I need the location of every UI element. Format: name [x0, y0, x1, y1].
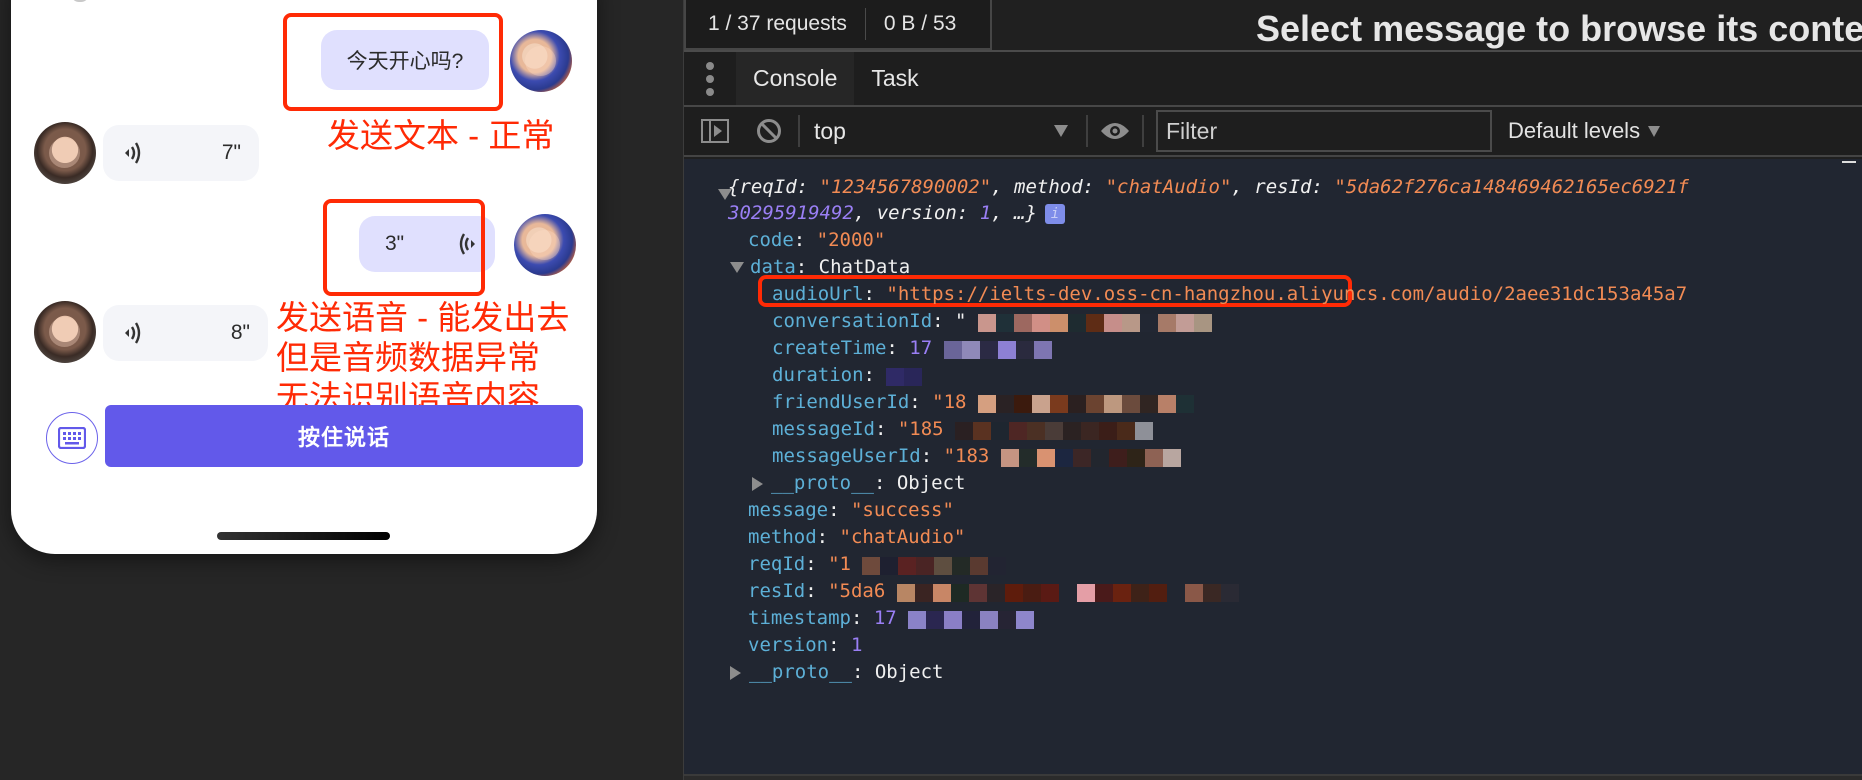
prop-messageid: messageId: "185: [772, 415, 1154, 443]
message-panel-hint: Select message to browse its conte: [1256, 8, 1862, 49]
prop-resid: resId: "5da6: [748, 577, 1239, 605]
expand-triangle-icon[interactable]: [752, 476, 763, 491]
scroll-indicator[interactable]: [1842, 161, 1856, 163]
home-indicator: [217, 532, 390, 540]
redacted-value: [943, 339, 1052, 359]
incoming-voice-bubble[interactable]: 8": [103, 305, 268, 361]
prop-timestamp: timestamp: 17: [748, 604, 1035, 632]
log-levels-dropdown[interactable]: Default levels: [1508, 118, 1661, 144]
log-object-summary[interactable]: {reqId: "1234567890002", method: "chatAu…: [718, 173, 1689, 201]
annotation-box-text: [283, 13, 503, 111]
redacted-value: [886, 366, 923, 386]
filter-input[interactable]: [1156, 110, 1492, 152]
log-object-summary-cont: 30295919492, version: 1, …} i: [728, 199, 1065, 227]
context-value: top: [814, 117, 846, 144]
annotation-text-voice-line2: 但是音频数据异常: [276, 339, 540, 376]
annotation-box-voice: [323, 199, 485, 296]
redacted-value: [896, 582, 1239, 602]
redacted-value: [955, 420, 1154, 440]
network-summary: 1 / 37 requests 0 B / 53: [684, 0, 992, 50]
devtools-panel: 1 / 37 requests 0 B / 53 Select message …: [683, 0, 1862, 780]
voice-wave-icon: [125, 322, 141, 344]
live-expression-eye-icon[interactable]: [1100, 121, 1130, 141]
divider: [864, 8, 866, 40]
expand-triangle-icon[interactable]: [730, 262, 744, 273]
girl-avatar[interactable]: [34, 301, 96, 363]
more-menu-icon[interactable]: [684, 52, 736, 105]
console-bottom-edge: [684, 774, 1862, 780]
keyboard-toggle-button[interactable]: [46, 412, 98, 464]
divider: [1086, 115, 1088, 147]
console-toolbar: top Default levels: [684, 107, 1862, 157]
chevron-down-icon: [1054, 125, 1068, 137]
levels-label: Default levels: [1508, 118, 1641, 143]
annotation-text-voice-line1: 发送语音 - 能发出去: [276, 299, 570, 336]
divider: [1142, 115, 1144, 147]
redacted-value: [1000, 447, 1181, 467]
prop-version: version: 1: [748, 634, 863, 656]
prop-method: method: "chatAudio": [748, 526, 966, 548]
console-output: {reqId: "1234567890002", method: "chatAu…: [684, 159, 1862, 774]
redacted-value: [977, 312, 1212, 332]
phone-simulator-pane: 今天开心吗? 发送文本 - 正常 7" 3" 8" 发送语音 - 能发出去 但是…: [0, 0, 683, 780]
girl-avatar[interactable]: [34, 122, 96, 184]
drawer-tab-bar: Console Task: [684, 52, 1862, 105]
boy-avatar[interactable]: [510, 30, 572, 92]
annotation-text-normal: 发送文本 - 正常: [327, 117, 555, 154]
boy-avatar[interactable]: [514, 214, 576, 276]
tab-console[interactable]: Console: [736, 52, 855, 105]
voice-wave-icon: [125, 142, 141, 164]
redacted-value: [908, 609, 1035, 629]
prop-frienduserid: friendUserId: "18: [772, 388, 1194, 416]
prop-conversationid: conversationId: ": [772, 307, 1212, 335]
voice-duration: 8": [230, 321, 250, 344]
prop-inner-proto[interactable]: __proto__: Object: [752, 469, 965, 497]
prop-createtime: createTime: 17: [772, 334, 1052, 362]
clear-console-icon[interactable]: [756, 118, 782, 144]
tab-task[interactable]: Task: [854, 52, 935, 105]
redacted-value: [862, 555, 1007, 575]
prop-message: message: "success": [748, 499, 954, 521]
transfer-size: 0 B / 53: [883, 12, 957, 35]
prop-audiourl[interactable]: audioUrl: "https://ielts-dev.oss-cn-hang…: [772, 280, 1687, 308]
prop-outer-proto[interactable]: __proto__: Object: [730, 658, 943, 686]
incoming-voice-bubble[interactable]: 7": [103, 125, 259, 181]
prop-duration: duration:: [772, 361, 923, 389]
prop-code: code: "2000": [748, 229, 886, 251]
prop-messageuserid: messageUserId: "183: [772, 442, 1181, 470]
divider: [798, 115, 800, 147]
phone-screen: 今天开心吗? 发送文本 - 正常 7" 3" 8" 发送语音 - 能发出去 但是…: [11, 0, 597, 554]
chevron-down-icon: [1648, 125, 1661, 137]
keyboard-icon: [58, 427, 86, 449]
redacted-value: [977, 393, 1194, 413]
sidebar-toggle-icon[interactable]: [700, 118, 730, 144]
hold-to-talk-button[interactable]: 按住说话: [105, 405, 583, 467]
context-selector[interactable]: top: [812, 118, 1074, 145]
partial-avatar: [71, 0, 89, 2]
prop-reqid: reqId: "1: [748, 550, 1007, 578]
request-count: 1 / 37 requests: [708, 12, 847, 35]
expand-triangle-icon[interactable]: [730, 665, 741, 680]
info-icon[interactable]: i: [1044, 203, 1065, 224]
voice-duration: 7": [221, 141, 241, 164]
